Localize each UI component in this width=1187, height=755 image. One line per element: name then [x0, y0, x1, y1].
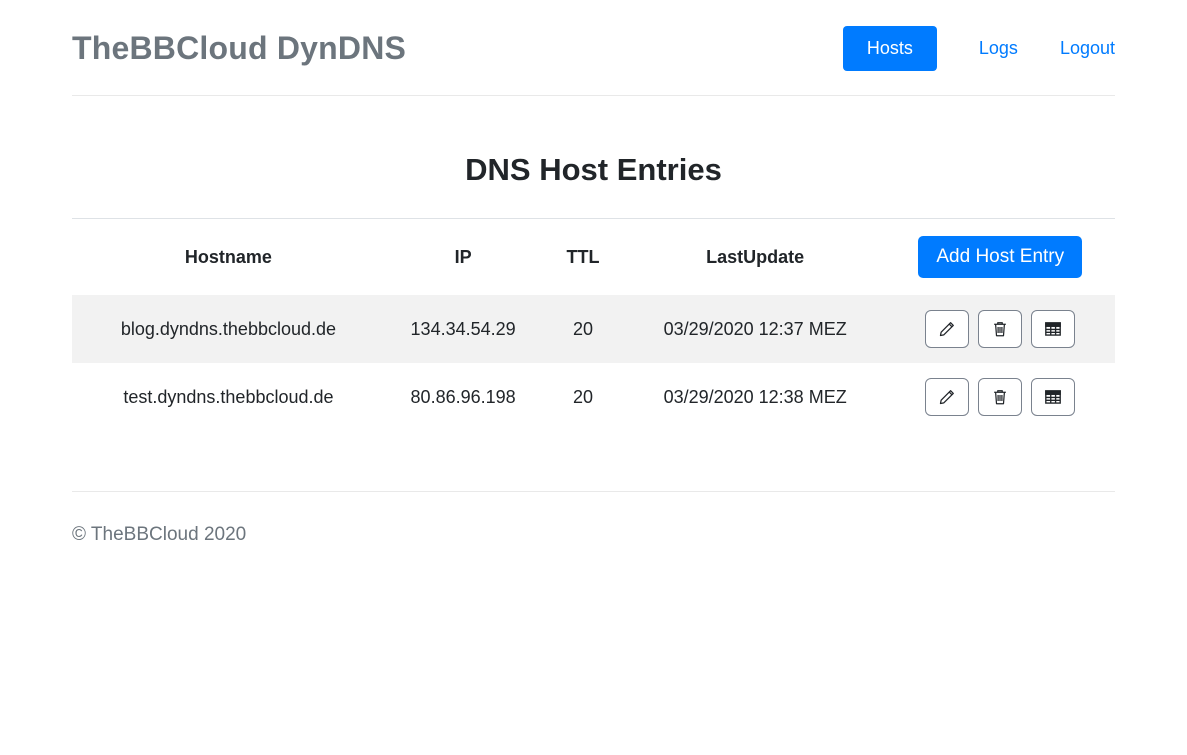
column-header-ttl: TTL [541, 219, 624, 296]
edit-host-button[interactable] [925, 310, 969, 348]
edit-host-button[interactable] [925, 378, 969, 416]
pencil-icon [938, 320, 956, 338]
table-row: test.dyndns.thebbcloud.de 80.86.96.198 2… [72, 363, 1115, 431]
ip-cell: 134.34.54.29 [385, 295, 541, 363]
column-header-lastupdate: LastUpdate [625, 219, 886, 296]
column-header-ip: IP [385, 219, 541, 296]
delete-host-button[interactable] [978, 310, 1022, 348]
hostname-cell: blog.dyndns.thebbcloud.de [72, 295, 385, 363]
trash-icon [991, 320, 1009, 338]
ttl-cell: 20 [541, 363, 624, 431]
table-header: Hostname IP TTL LastUpdate Add Host Entr… [72, 219, 1115, 296]
hostname-cell: test.dyndns.thebbcloud.de [72, 363, 385, 431]
add-host-entry-button[interactable]: Add Host Entry [918, 236, 1082, 278]
host-log-button[interactable] [1031, 378, 1075, 416]
nav-hosts-button[interactable]: Hosts [843, 26, 937, 71]
ttl-cell: 20 [541, 295, 624, 363]
actions-cell [886, 363, 1115, 431]
lastupdate-cell: 03/29/2020 12:38 MEZ [625, 363, 886, 431]
main-nav: Hosts Logs Logout [843, 26, 1115, 71]
main-content: DNS Host Entries Hostname IP TTL LastUpd… [72, 152, 1115, 431]
site-footer: © TheBBCloud 2020 [72, 492, 1115, 586]
lastupdate-cell: 03/29/2020 12:37 MEZ [625, 295, 886, 363]
table-header-row: Hostname IP TTL LastUpdate Add Host Entr… [72, 219, 1115, 296]
copyright-text: © TheBBCloud 2020 [72, 492, 1115, 586]
column-header-hostname: Hostname [72, 219, 385, 296]
host-log-button[interactable] [1031, 310, 1075, 348]
page-title: DNS Host Entries [72, 152, 1115, 188]
table-icon [1044, 320, 1062, 338]
table-body: blog.dyndns.thebbcloud.de 134.34.54.29 2… [72, 295, 1115, 431]
delete-host-button[interactable] [978, 378, 1022, 416]
nav-logs-link[interactable]: Logs [979, 38, 1018, 59]
dns-host-table: Hostname IP TTL LastUpdate Add Host Entr… [72, 218, 1115, 431]
pencil-icon [938, 388, 956, 406]
trash-icon [991, 388, 1009, 406]
brand-title: TheBBCloud DynDNS [72, 30, 406, 67]
table-icon [1044, 388, 1062, 406]
page-container: TheBBCloud DynDNS Hosts Logs Logout DNS … [72, 0, 1115, 586]
ip-cell: 80.86.96.198 [385, 363, 541, 431]
actions-cell [886, 295, 1115, 363]
site-header: TheBBCloud DynDNS Hosts Logs Logout [72, 0, 1115, 96]
column-header-actions: Add Host Entry [886, 219, 1115, 296]
nav-logout-link[interactable]: Logout [1060, 38, 1115, 59]
table-row: blog.dyndns.thebbcloud.de 134.34.54.29 2… [72, 295, 1115, 363]
